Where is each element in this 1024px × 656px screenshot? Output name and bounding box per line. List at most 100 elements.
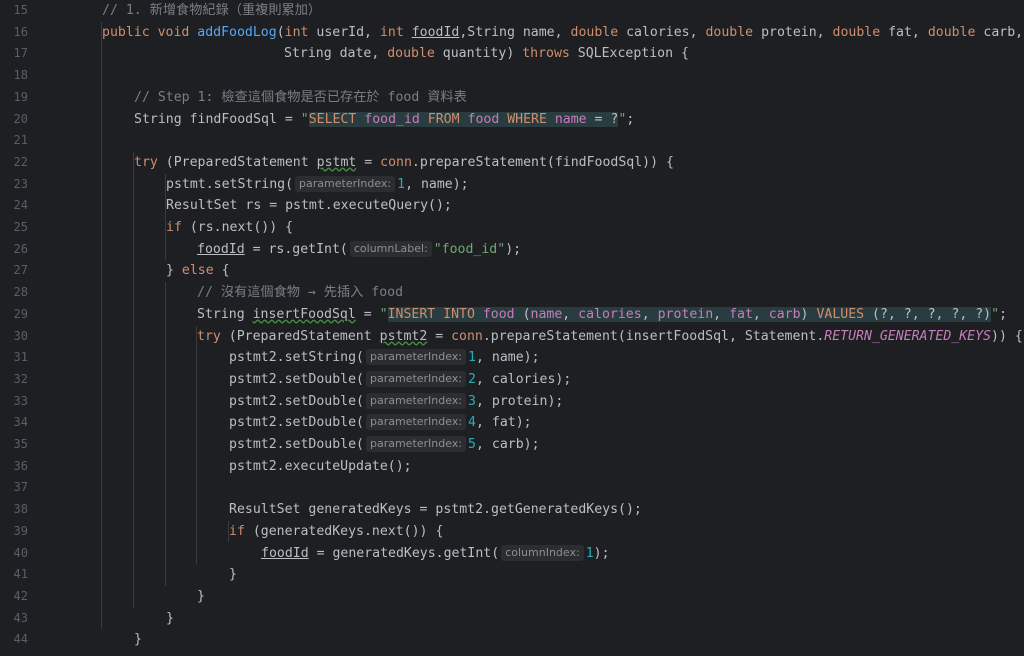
code-token: pstmt2.setDouble( — [229, 437, 364, 452]
line-number: 35 — [13, 437, 28, 451]
code-token: fat, — [888, 24, 928, 40]
code-token: , carb); — [476, 437, 540, 452]
code-line[interactable]: 42} — [0, 586, 1024, 608]
code-token: pstmt2.setDouble( — [229, 393, 364, 409]
code-token: quantity) — [442, 46, 523, 62]
code-token: 1 — [397, 176, 406, 192]
code-text: try (PreparedStatement pstmt2 = conn.pre… — [197, 326, 1023, 348]
line-number: 23 — [13, 176, 28, 191]
code-text: String date, double quantity) throws SQL… — [284, 43, 689, 65]
code-token: double — [705, 24, 762, 40]
code-token: , protein); — [476, 393, 564, 409]
code-line[interactable]: 41} — [0, 564, 1024, 586]
code-line[interactable]: 29 String insertFoodSql = "INSERT INTO fo… — [0, 304, 1024, 326]
code-line[interactable]: 27} else { — [0, 260, 1024, 282]
indent-guide — [196, 325, 197, 565]
code-line[interactable]: 40 foodId = generatedKeys.getInt(columnIn… — [0, 543, 1024, 565]
code-line[interactable]: 24 ResultSet rs = pstmt.executeQuery(); — [0, 195, 1024, 217]
code-text: // 沒有這個食物 → 先插入 food — [197, 282, 403, 304]
code-line[interactable]: 16 public void addFoodLog(int userId, int… — [0, 22, 1024, 44]
line-number: 44 — [13, 632, 28, 647]
code-line[interactable]: 31 pstmt2.setString(parameterIndex: 1, nam… — [0, 347, 1024, 369]
code-editor[interactable]: 15// 1. 新增食物紀錄（重複則累加） 16 public void addFo… — [0, 0, 1024, 656]
line-number: 19 — [13, 89, 28, 104]
line-number: 28 — [13, 285, 28, 300]
code-token: // 1. 新增食物紀錄（重複則累加） — [102, 3, 322, 18]
line-number: 25 — [13, 220, 28, 234]
code-text: foodId = rs.getInt(columnLabel: "food_id"… — [197, 239, 521, 261]
code-token: (PreparedStatement — [228, 328, 380, 344]
code-line[interactable]: 19 // Step 1: 檢查這個食物是否已存在於 food 資料表 — [0, 87, 1024, 109]
code-token: // Step 1: 檢查這個食物是否已存在於 food 資料表 — [134, 89, 467, 105]
parameter-hint: columnIndex: — [501, 544, 584, 561]
code-token: foodId — [411, 24, 460, 40]
code-token: .prepareStatement(findFoodSql)) { — [411, 154, 674, 170]
code-line[interactable]: 20 String findFoodSql = "SELECT food_id F… — [0, 109, 1024, 131]
code-token: name — [554, 111, 595, 127]
code-line[interactable]: 17 String date, double quantity) throws S… — [0, 43, 1024, 65]
line-number: 29 — [13, 306, 28, 321]
line-number: 17 — [13, 46, 28, 61]
code-token: if — [229, 523, 253, 539]
code-token: ResultSet rs = pstmt.executeQuery(); — [166, 198, 452, 214]
code-token: } — [197, 588, 205, 604]
line-number: 24 — [13, 198, 28, 213]
code-token: public void — [102, 24, 198, 40]
code-line[interactable]: 43} — [0, 608, 1024, 630]
code-token: conn — [451, 328, 483, 344]
code-token: insertFoodSql — [252, 306, 356, 322]
line-number: 26 — [13, 241, 28, 256]
code-token: pstmt — [316, 154, 357, 170]
code-line[interactable]: 23 pstmt.setString(parameterIndex: 1, name… — [0, 174, 1024, 196]
code-line[interactable]: 37 — [0, 477, 1024, 499]
code-token: double — [927, 24, 984, 40]
parameter-hint: parameterIndex: — [365, 349, 467, 366]
code-line[interactable]: 25 if (rs.next()) { — [0, 217, 1024, 239]
code-line[interactable]: 26 foodId = rs.getInt(columnLabel: "food_i… — [0, 239, 1024, 261]
code-line[interactable]: 39 if (generatedKeys.next()) { — [0, 521, 1024, 543]
code-line[interactable]: 32 pstmt2.setDouble(parameterIndex: 2, cal… — [0, 369, 1024, 391]
code-text: ResultSet generatedKeys = pstmt2.getGene… — [229, 499, 642, 521]
code-text: if (generatedKeys.next()) { — [229, 521, 443, 543]
code-token: // 沒有這個食物 → 先插入 food — [197, 285, 404, 301]
code-token: ResultSet generatedKeys = pstmt2.getGene… — [229, 502, 642, 518]
code-token: " — [379, 306, 388, 322]
code-text: } — [134, 629, 142, 651]
code-line[interactable]: 28 // 沒有這個食物 → 先插入 food — [0, 282, 1024, 304]
code-token: (rs.next()) { — [189, 220, 294, 235]
code-token: carb, — [983, 24, 1024, 40]
code-token: else — [181, 263, 222, 279]
line-number: 43 — [13, 610, 28, 625]
code-line[interactable]: 15 // 1. 新增食物紀錄（重複則累加） — [0, 0, 1024, 22]
code-token: ,String name, — [459, 24, 571, 40]
code-line[interactable]: 44} — [0, 629, 1024, 651]
code-token: , name); — [476, 350, 540, 366]
code-line[interactable]: 18 — [0, 65, 1024, 87]
code-line[interactable]: 30 try (PreparedStatement pstmt2 = conn.p… — [0, 326, 1024, 348]
code-line[interactable]: 22 try (PreparedStatement pstmt = conn.pr… — [0, 152, 1024, 174]
code-token: pstmt2.setString( — [229, 350, 364, 366]
code-token: String findFoodSql = — [134, 111, 301, 127]
code-token: , calories); — [476, 371, 572, 387]
code-line[interactable]: 34 pstmt2.setDouble(parameterIndex: 4, fat… — [0, 412, 1024, 434]
code-token: , — [641, 306, 658, 322]
code-text: pstmt.setString(parameterIndex: 1, name); — [166, 174, 469, 196]
code-line[interactable]: 21 — [0, 130, 1024, 152]
code-token: try — [197, 328, 229, 344]
code-line[interactable]: 38 ResultSet generatedKeys = pstmt2.getGe… — [0, 499, 1024, 521]
line-number: 34 — [13, 415, 28, 430]
code-line[interactable]: 36 pstmt2.executeUpdate(); — [0, 456, 1024, 478]
line-number: 27 — [13, 263, 28, 278]
code-token: 1 — [585, 545, 594, 561]
code-token: 5 — [468, 437, 476, 452]
code-token: RETURN_GENERATED_KEYS — [824, 328, 991, 344]
code-token: int — [284, 24, 317, 40]
code-token: ( — [522, 306, 531, 322]
code-token: 4 — [468, 415, 476, 431]
code-text: pstmt2.setDouble(parameterIndex: 4, fat); — [229, 412, 532, 434]
parameter-hint: parameterIndex: — [365, 436, 467, 452]
code-line[interactable]: 33 pstmt2.setDouble(parameterIndex: 3, pro… — [0, 391, 1024, 413]
code-token: addFoodLog — [197, 24, 277, 40]
code-token: SELECT — [308, 111, 365, 127]
code-line[interactable]: 35 pstmt2.setDouble(parameterIndex: 5, car… — [0, 434, 1024, 456]
